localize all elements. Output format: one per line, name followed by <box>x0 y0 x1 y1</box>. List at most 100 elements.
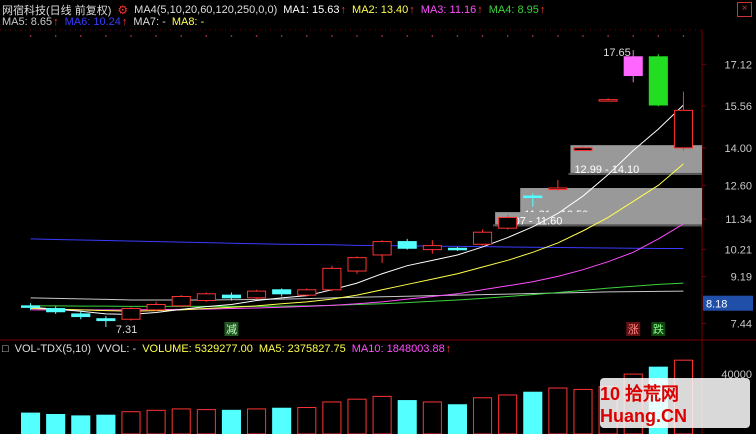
signal-dot <box>582 35 584 37</box>
volume-bar <box>221 409 241 434</box>
current-price-label: 8.18 <box>706 299 727 311</box>
vol-ma10-up-arrow-icon: ↑ <box>445 343 452 355</box>
candle-body <box>21 305 41 308</box>
ma3-label: MA3: 11.16↑ <box>420 4 483 16</box>
signal-dot <box>105 35 107 37</box>
signal-dot <box>381 35 383 37</box>
candle-body <box>397 241 417 249</box>
y-tick-label: 10.21 <box>724 244 752 256</box>
ma-legend-row2: MA5: 8.65↑ MA6: 10.24↑ MA7: - MA8: - <box>2 16 210 28</box>
ma2-label: MA2: 13.40↑ <box>352 4 415 16</box>
volume-bar <box>523 391 543 434</box>
signal-dot <box>557 35 559 37</box>
volume-bar <box>372 395 392 434</box>
signal-dot <box>230 35 233 37</box>
ma2-up-arrow-icon: ↑ <box>409 4 415 16</box>
y-tick-label: 7.44 <box>731 319 752 331</box>
candle-body <box>71 313 91 318</box>
candle-body <box>171 295 191 307</box>
settings-gear-icon[interactable]: ⚙ <box>117 3 128 17</box>
y-tick-label: 11.34 <box>725 214 752 226</box>
signal-dot <box>130 35 132 37</box>
volume-bar <box>247 408 267 434</box>
candle-body <box>623 56 643 77</box>
volume-bar <box>171 408 191 434</box>
candle-body <box>121 308 141 320</box>
volume-label: VOLUME: 5329277.00 <box>142 343 253 355</box>
ma3-up-arrow-icon: ↑ <box>477 4 483 16</box>
signal-dot <box>406 35 409 37</box>
watermark-logo: 10 拾荒网 Huang.CN <box>600 378 750 428</box>
volume-bar <box>322 401 342 434</box>
marker-rise: 涨 <box>628 323 639 336</box>
signal-dot <box>54 35 57 37</box>
ma5-up-arrow-icon: ↑ <box>53 16 59 28</box>
ma2-line <box>30 163 684 312</box>
volume-bar <box>21 412 41 434</box>
candle-body <box>372 241 392 256</box>
candle-body <box>498 216 518 229</box>
signal-dot <box>657 35 660 37</box>
candle-body <box>673 109 693 149</box>
candle-body <box>322 267 342 291</box>
ma1-label: MA1: 15.63↑ <box>283 4 347 16</box>
signal-dot <box>506 35 509 37</box>
signal-dot <box>205 35 208 37</box>
candle-body <box>447 247 467 251</box>
volume-bar <box>422 401 442 434</box>
candle-body <box>297 289 317 296</box>
candle-body <box>422 245 442 251</box>
chart-canvas: 17.12 15.56 14.00 12.60 11.34 10.21 9.19 7.44 8.… <box>0 29 756 434</box>
signal-dot <box>481 35 484 37</box>
volume-bar <box>473 397 493 434</box>
candle-body <box>598 99 618 102</box>
watermark-text: 10 拾荒网 Huang.CN <box>600 383 687 426</box>
ma4-params: MA4(5,10,20,60,120,250,0,0) <box>134 4 278 16</box>
candle-body <box>272 289 292 295</box>
volume-bar <box>397 400 417 434</box>
candle-body <box>247 290 267 299</box>
y-tick-label: 15.56 <box>724 101 752 113</box>
y-tick-label: 17.12 <box>724 59 752 71</box>
y-tick-label: 14.00 <box>724 143 752 155</box>
signal-dot <box>431 35 434 37</box>
volume-bar <box>71 415 91 434</box>
signal-dot <box>280 35 283 37</box>
signal-dot <box>305 35 308 37</box>
volume-bar <box>196 409 216 434</box>
volume-bar <box>447 404 467 434</box>
volume-bar <box>46 414 66 434</box>
marker-fall: 跌 <box>653 322 664 336</box>
signal-dot <box>29 35 32 37</box>
volume-bar <box>146 409 166 434</box>
volume-bar <box>96 414 116 434</box>
signal-dot <box>456 35 459 37</box>
volume-legend: □ VOL-TDX(5,10) VVOL: - VOLUME: 5329277.… <box>2 343 457 355</box>
signal-dot <box>79 35 82 37</box>
candle-body <box>347 257 367 272</box>
candle-body <box>573 147 593 152</box>
ma5-label: MA5: 8.65↑ <box>2 16 59 28</box>
signal-dot <box>607 35 609 37</box>
candle-body <box>523 195 543 199</box>
candle-body <box>96 318 116 322</box>
volume-bar <box>347 398 367 434</box>
close-icon[interactable]: × <box>737 2 752 17</box>
ma4-label: MA4: 8.95↑ <box>488 4 546 16</box>
signal-dot <box>531 35 534 37</box>
ma6-label: MA6: 10.24↑ <box>64 16 128 28</box>
signal-dot <box>255 35 258 37</box>
marker-reduce: 减 <box>226 323 237 336</box>
signal-dot <box>180 35 183 37</box>
ma1-up-arrow-icon: ↑ <box>340 4 347 16</box>
ma4-up-arrow-icon: ↑ <box>539 4 546 16</box>
candle-body <box>548 187 568 191</box>
vol-collapse-icon[interactable]: □ <box>2 343 9 355</box>
y-tick-label: 12.60 <box>724 180 752 192</box>
ma6-up-arrow-icon: ↑ <box>121 16 128 28</box>
volume-bar <box>498 394 518 434</box>
vvol-label: VVOL: - <box>97 343 137 355</box>
ma8-label: MA8: - <box>171 16 205 28</box>
candle-body <box>46 308 66 313</box>
volume-bar <box>573 388 593 434</box>
